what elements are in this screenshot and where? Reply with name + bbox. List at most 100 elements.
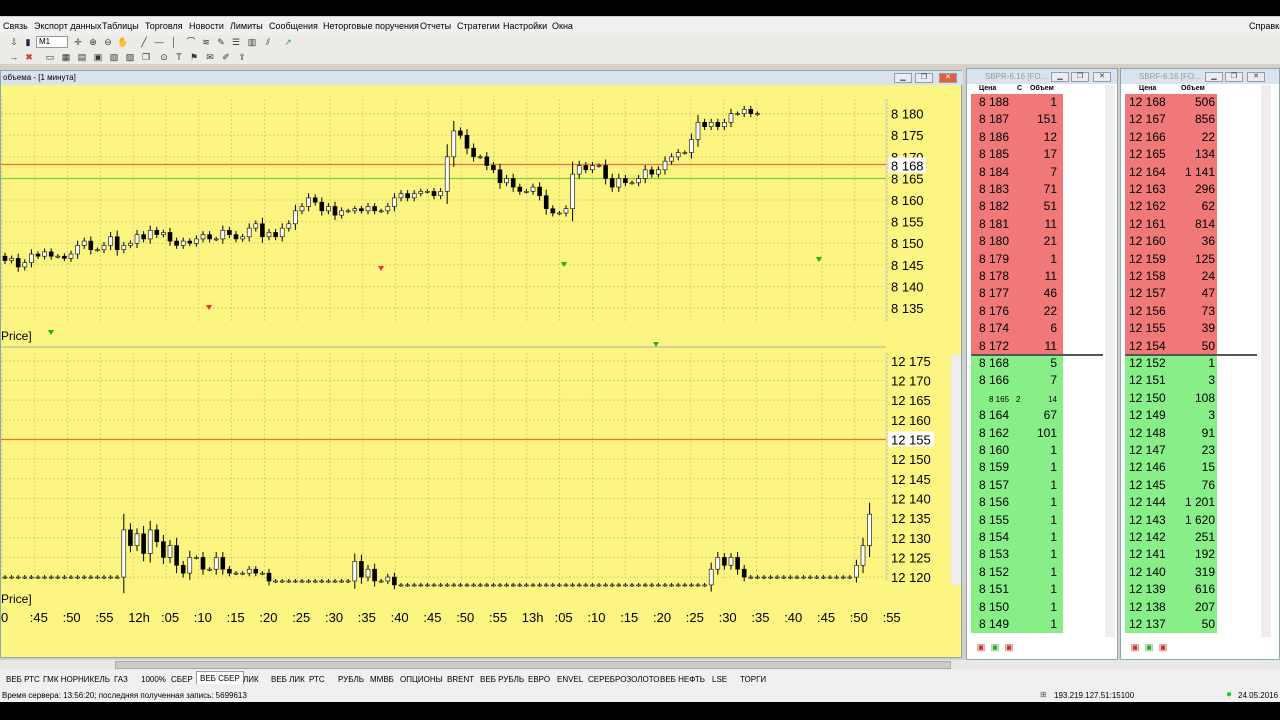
menu-item-help[interactable]: Справка: [1249, 21, 1280, 31]
hand-icon[interactable]: ✋: [117, 36, 129, 48]
bid-row[interactable]: 8 159 1: [971, 459, 1063, 477]
tab-3[interactable]: 1000%: [138, 673, 169, 686]
ob1-buy-icon[interactable]: ▣: [975, 641, 987, 653]
ob1-restore-icon[interactable]: ❐: [1071, 72, 1089, 82]
table-icon[interactable]: ▦: [60, 51, 72, 63]
menu-item-trading[interactable]: Торговля: [145, 21, 183, 31]
ob1-scrollbar[interactable]: [1105, 85, 1115, 637]
bid-row[interactable]: 12 137 50: [1125, 616, 1217, 634]
flag-icon[interactable]: ⚑: [188, 51, 200, 63]
horizontal-scrollbar[interactable]: [0, 660, 1280, 670]
hline-icon[interactable]: —: [153, 36, 165, 48]
tab-4[interactable]: СБЕР: [168, 673, 196, 686]
menu-item-settings[interactable]: Настройки: [503, 21, 547, 31]
ask-row[interactable]: 12 155 39: [1125, 320, 1217, 338]
fibo-icon[interactable]: ≋: [200, 36, 212, 48]
ob2-close-icon[interactable]: ✕: [1247, 72, 1265, 82]
text-icon[interactable]: T: [173, 51, 185, 63]
minimize-icon[interactable]: ▁: [894, 73, 912, 83]
bid-row[interactable]: 8 155 1: [971, 511, 1063, 529]
tab-15[interactable]: ENVEL: [554, 673, 586, 686]
note-icon[interactable]: ✉: [204, 51, 216, 63]
menu-item-windows[interactable]: Окна: [552, 21, 573, 31]
bid-row[interactable]: 12 142 251: [1125, 529, 1217, 547]
grid-icon[interactable]: ▥: [246, 36, 258, 48]
bid-row[interactable]: 8 164 67: [971, 407, 1063, 425]
zoom-out-icon[interactable]: ⊖: [102, 36, 114, 48]
bid-row[interactable]: 8 157 1: [971, 476, 1063, 495]
bid-row[interactable]: 12 149 3: [1125, 407, 1217, 425]
ob1-cancel-icon[interactable]: ▣: [1003, 641, 1015, 653]
ob2-scrollbar[interactable]: [1261, 85, 1271, 637]
tab-8[interactable]: РТС: [306, 673, 328, 686]
ask-row[interactable]: 8 181 11: [971, 215, 1063, 234]
bid-row[interactable]: 12 151 3: [1125, 372, 1217, 390]
export-icon[interactable]: ⇪: [236, 51, 248, 63]
tab-5[interactable]: ВЕБ СБЕР: [196, 671, 244, 684]
tab-0[interactable]: ВЕБ РТС: [3, 673, 43, 686]
ob2-sell-icon[interactable]: ▣: [1143, 641, 1155, 653]
bid-row[interactable]: 8 156 1: [971, 494, 1063, 512]
tab-14[interactable]: ЕВРО: [525, 673, 553, 686]
trendline-icon[interactable]: ╱: [138, 36, 150, 48]
tab-12[interactable]: BRENT: [444, 673, 477, 686]
bid-row[interactable]: 12 152 1: [1125, 355, 1217, 373]
arc-icon[interactable]: ⌒: [185, 36, 197, 48]
zoom-icon[interactable]: ⊕: [87, 36, 99, 48]
tab-13[interactable]: ВЕБ РУБЛЬ: [477, 673, 527, 686]
ask-row[interactable]: 12 154 50: [1125, 337, 1217, 355]
ob2-restore-icon[interactable]: ❐: [1225, 72, 1243, 82]
tab-9[interactable]: РУБЛЬ: [335, 673, 367, 686]
menu-item-news[interactable]: Новости: [189, 21, 224, 31]
menu-item-strategies[interactable]: Стратегии: [457, 21, 500, 31]
ask-row[interactable]: 12 162 62: [1125, 198, 1217, 216]
ask-row[interactable]: 8 187 151: [971, 111, 1063, 129]
bid-row[interactable]: 12 140 319: [1125, 563, 1217, 582]
bid-row[interactable]: 12 147 23: [1125, 442, 1217, 460]
tab-18[interactable]: LSE: [709, 673, 730, 686]
ask-row[interactable]: 12 164 1 141: [1125, 163, 1217, 181]
bid-row[interactable]: 8 168 5: [971, 355, 1063, 373]
tab-7[interactable]: ВЕБ ЛИК: [268, 673, 308, 686]
interval-select[interactable]: M1: [36, 36, 68, 48]
menu-item-messages[interactable]: Сообщения: [269, 21, 318, 31]
bid-row[interactable]: 8 162 101: [971, 424, 1063, 442]
ask-row[interactable]: 12 160 36: [1125, 233, 1217, 251]
bid-row[interactable]: 12 139 616: [1125, 581, 1217, 599]
edit-icon[interactable]: ✐: [220, 51, 232, 63]
menu-item-limits[interactable]: Лимиты: [230, 21, 263, 31]
copy-icon[interactable]: ❐: [140, 51, 152, 63]
bid-row[interactable]: 12 150 108: [1125, 389, 1217, 408]
ob1-minimize-icon[interactable]: ▁: [1051, 72, 1069, 82]
book-icon[interactable]: ▣: [92, 51, 104, 63]
menu-item-tables[interactable]: Таблицы: [102, 21, 139, 31]
ask-row[interactable]: 8 185 17: [971, 146, 1063, 164]
vline-icon[interactable]: │: [168, 36, 180, 48]
channel-icon[interactable]: ⫽: [262, 36, 274, 48]
ask-row[interactable]: 8 174 6: [971, 320, 1063, 338]
ask-row[interactable]: 8 182 51: [971, 198, 1063, 216]
pointer-icon[interactable]: ⇩: [8, 36, 20, 48]
ask-row[interactable]: 8 179 1: [971, 250, 1063, 268]
tab-11[interactable]: ОПЦИОНЫ: [397, 673, 446, 686]
ask-row[interactable]: 8 183 71: [971, 181, 1063, 199]
signal-icon[interactable]: ↗: [282, 36, 294, 48]
close-icon[interactable]: ✕: [939, 73, 957, 83]
ask-row[interactable]: 12 165 134: [1125, 146, 1217, 164]
ask-row[interactable]: 8 176 22: [971, 302, 1063, 321]
bid-row[interactable]: 12 145 76: [1125, 476, 1217, 495]
ob2-minimize-icon[interactable]: ▁: [1205, 72, 1223, 82]
ask-row[interactable]: 8 172 11: [971, 337, 1063, 355]
ob2-buy-icon[interactable]: ▣: [1129, 641, 1141, 653]
bid-row[interactable]: 12 148 91: [1125, 424, 1217, 442]
restore-icon[interactable]: ❐: [915, 73, 933, 83]
bid-row[interactable]: 12 144 1 201: [1125, 494, 1217, 512]
chart-icon[interactable]: ▧: [108, 51, 120, 63]
report-icon[interactable]: ▨: [124, 51, 136, 63]
bid-row[interactable]: 8 160 1: [971, 442, 1063, 460]
pencil-icon[interactable]: ✎: [215, 36, 227, 48]
ask-row[interactable]: 12 163 296: [1125, 181, 1217, 199]
menu-item-reports[interactable]: Отчеты: [420, 21, 451, 31]
bid-row[interactable]: 8 150 1: [971, 598, 1063, 616]
ask-row[interactable]: 8 188 1: [971, 94, 1063, 112]
